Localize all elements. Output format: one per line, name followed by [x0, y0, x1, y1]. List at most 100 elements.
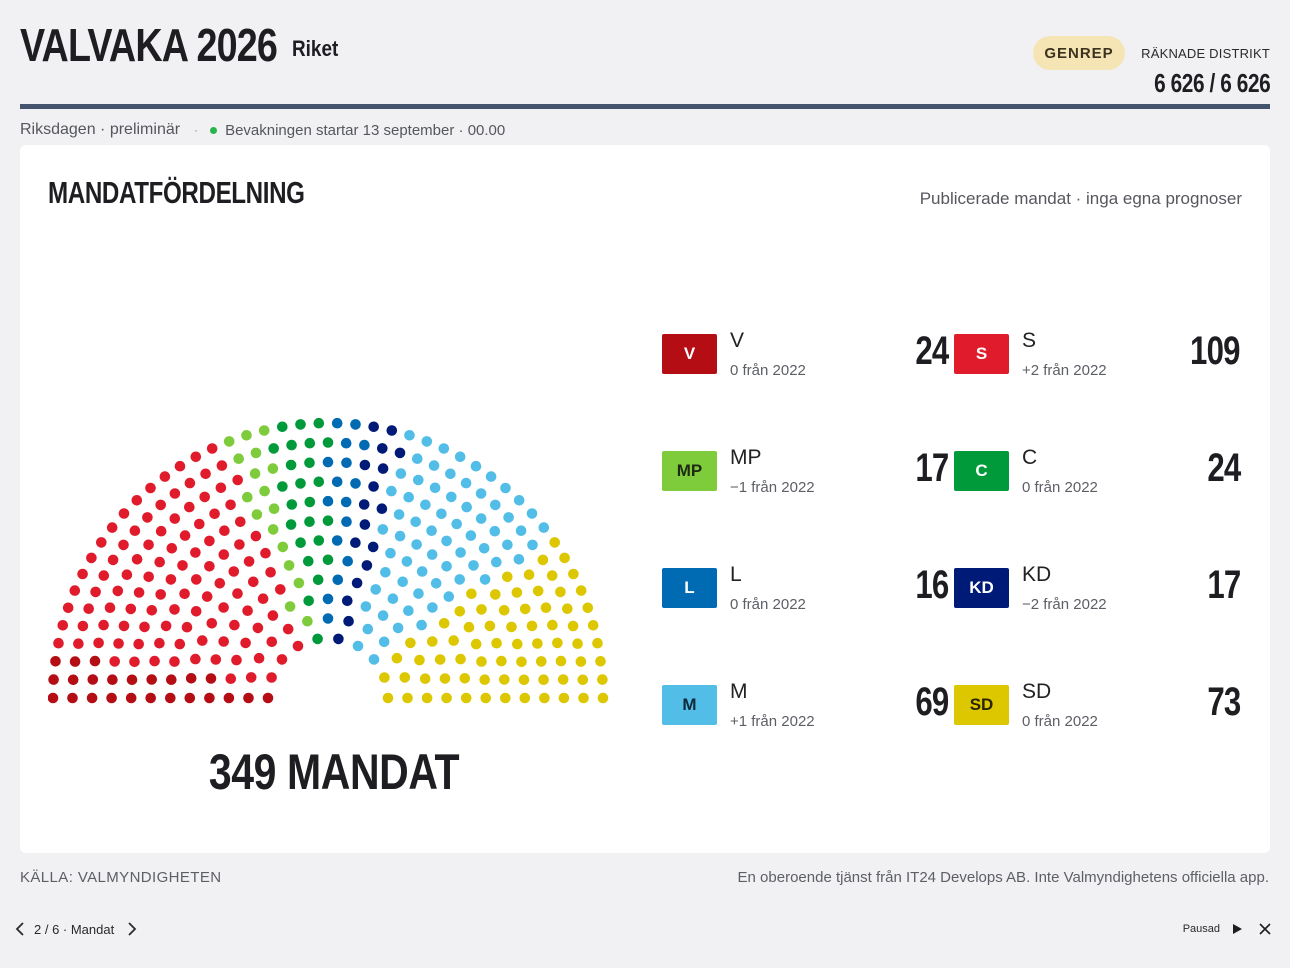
seat-dot-sd [582, 602, 594, 614]
seat-dot-s [179, 530, 191, 541]
seat-dot-l [359, 439, 370, 451]
seat-dot-l [331, 417, 343, 429]
party-seat-count: 24 [1206, 446, 1241, 490]
seat-dot-v [89, 655, 101, 667]
play-icon[interactable] [1226, 918, 1248, 940]
party-seat-change: −1 från 2022 [730, 479, 815, 496]
playback-controls: Pausad [1183, 918, 1276, 940]
seat-dot-s [96, 537, 107, 548]
seat-dot-c [304, 457, 315, 469]
party-seat-change: +1 från 2022 [730, 713, 815, 730]
seat-dot-l [322, 593, 334, 605]
seat-dot-s [231, 654, 242, 666]
seat-dot-s [77, 568, 88, 580]
source-label: KÄLLA: VALMYNDIGHETEN [20, 869, 222, 886]
seat-dot-v [126, 674, 138, 686]
seat-dot-v [107, 674, 118, 685]
seat-dot-c [268, 443, 279, 454]
seat-dot-s [86, 552, 97, 564]
seat-dot-s [218, 636, 229, 647]
seat-dot-v [223, 692, 235, 704]
seat-dot-kd [377, 463, 389, 474]
seat-dot-s [206, 618, 218, 629]
seat-dot-c [295, 537, 306, 548]
seat-dot-c [322, 515, 334, 526]
seat-dot-sd [379, 672, 390, 683]
seat-dot-s [242, 605, 253, 616]
seat-dot-v [106, 692, 117, 704]
seat-dot-c [312, 633, 323, 645]
seat-dot-l [350, 419, 361, 430]
seat-dot-l [341, 457, 352, 469]
status-separator: · [194, 123, 199, 137]
seat-dot-m [503, 512, 514, 523]
seat-dot-v [184, 692, 196, 704]
seat-dot-v [262, 692, 274, 704]
seat-dot-s [250, 530, 262, 542]
seat-dot-sd [552, 637, 563, 649]
seat-dot-s [149, 655, 160, 667]
party-name: SD [1022, 680, 1052, 703]
party-seat-change: 0 från 2022 [730, 362, 806, 379]
seat-dot-m [380, 567, 391, 578]
seat-dot-m [393, 509, 405, 520]
seat-dot-m [490, 499, 501, 511]
seat-dot-m [412, 453, 423, 464]
seat-dot-m [489, 525, 501, 537]
seat-dot-v [145, 692, 156, 704]
seat-dot-sd [526, 620, 538, 632]
seat-dot-s [155, 499, 166, 511]
status-row: Riksdagen · preliminär · Bevakningen sta… [20, 119, 505, 141]
seat-dot-kd [333, 633, 344, 645]
seat-dot-sd [466, 588, 477, 600]
seat-dot-m [513, 495, 525, 506]
seat-dot-s [107, 554, 119, 566]
chevron-right-icon[interactable] [122, 919, 142, 939]
seat-dot-sd [537, 554, 549, 566]
seat-dot-s [174, 460, 186, 472]
coverage-start-text: Bevakningen startar 13 september · 00.00 [225, 121, 506, 139]
seat-dot-s [219, 525, 230, 536]
party-row-l: LL 0 från 2022 16 [662, 559, 954, 629]
seat-dot-kd [351, 577, 363, 589]
seat-dot-sd [567, 620, 579, 632]
seat-dot-s [235, 516, 246, 528]
seat-dot-m [526, 508, 538, 519]
seat-dot-s [133, 638, 144, 650]
seat-dot-v [87, 674, 99, 685]
seat-dot-s [210, 654, 222, 665]
seat-dot-m [465, 530, 477, 541]
seat-dot-sd [597, 674, 608, 685]
seat-dot-sd [460, 692, 472, 704]
seat-dot-s [199, 491, 210, 503]
seat-dot-v [48, 674, 59, 685]
seat-dot-m [475, 513, 487, 524]
close-icon[interactable] [1254, 918, 1276, 940]
seat-dot-s [191, 574, 202, 585]
seat-dot-s [53, 637, 64, 649]
seat-dot-m [416, 619, 427, 631]
seat-dot-s [118, 508, 130, 519]
seat-dot-mp [268, 503, 280, 514]
party-seat-count: 69 [914, 680, 949, 724]
seat-dot-sd [512, 638, 523, 650]
seat-dot-m [401, 556, 413, 567]
seat-dot-s [169, 604, 180, 615]
seat-dot-v [125, 692, 137, 704]
seat-dot-mp [267, 463, 279, 474]
seat-dot-mp [242, 491, 253, 503]
seat-dot-sd [490, 589, 501, 600]
seat-dot-s [90, 586, 101, 598]
seat-dot-sd [434, 654, 446, 665]
seat-dot-m [370, 584, 382, 595]
party-row-c: CC 0 från 2022 24 [954, 442, 1246, 512]
parliament-chart [48, 417, 609, 704]
seat-dot-s [190, 606, 202, 617]
seat-dot-s [253, 652, 265, 664]
chevron-left-icon[interactable] [10, 919, 30, 939]
pager-label: 2 / 6 · Mandat [34, 921, 115, 937]
seat-dot-l [331, 535, 343, 546]
seat-dot-s [194, 518, 205, 530]
seat-dot-mp [223, 436, 235, 447]
seat-dot-sd [454, 606, 466, 617]
